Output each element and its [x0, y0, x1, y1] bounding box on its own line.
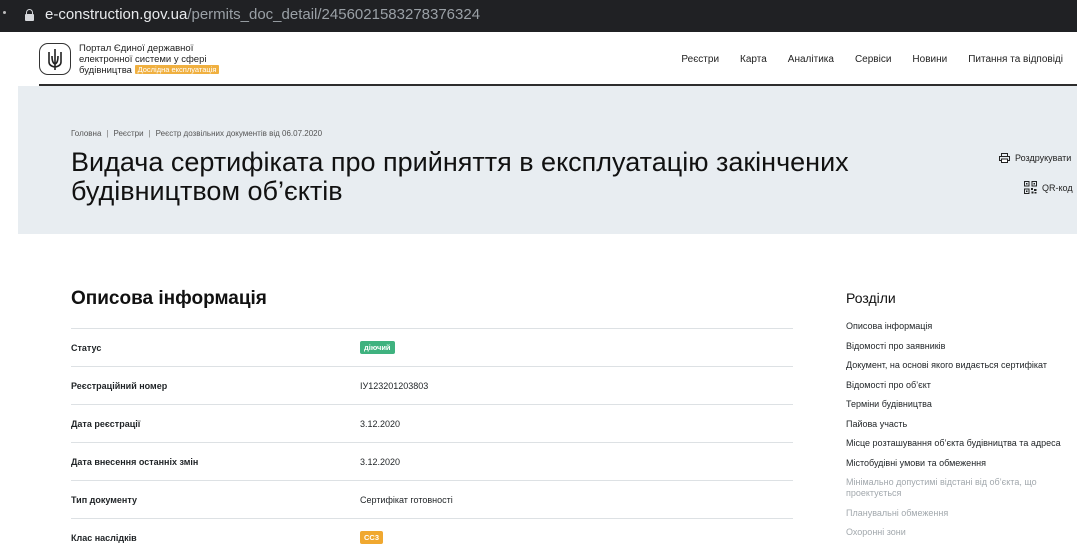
nav-item[interactable]: Питання та відповіді	[968, 54, 1063, 65]
info-row-label: Клас наслідків	[71, 533, 137, 543]
info-row-value: 3.12.2020	[360, 457, 401, 467]
info-row: Клас наслідків СС3	[71, 518, 793, 551]
trident-logo-icon[interactable]	[39, 43, 71, 75]
nav-item[interactable]: Реєстри	[681, 54, 719, 65]
section-link[interactable]: Терміни будівництва	[846, 399, 1077, 410]
printer-icon	[999, 153, 1010, 163]
lock-icon[interactable]	[25, 9, 34, 21]
info-row-label: Реєстраційний номер	[71, 381, 168, 391]
section-link[interactable]: Місце розташування об’єкта будівництва т…	[846, 438, 1077, 449]
qr-code-icon	[1024, 181, 1037, 194]
nav-item[interactable]: Сервіси	[855, 54, 891, 65]
section-link[interactable]: Пайова участь	[846, 419, 1077, 430]
breadcrumb: Головна | Реєстри | Реєстр дозвільних докуме…	[71, 129, 323, 138]
info-row: Тип документу Сертифікат готовності	[71, 480, 793, 518]
page-title: Видача сертифіката про прийняття в експл…	[71, 147, 849, 206]
url-path: /permits_doc_detail/2456021583278376324	[187, 6, 481, 23]
section-link[interactable]: Відомості про заявників	[846, 341, 1077, 352]
info-row-value: ІУ123201203803	[360, 381, 429, 391]
section-link[interactable]: Відомості про об’єкт	[846, 380, 1077, 391]
status-badge: діючий	[360, 341, 395, 354]
info-row: Дата внесення останніх змін 3.12.2020	[71, 442, 793, 480]
section-link[interactable]: Документ, на основі якого видається серт…	[846, 360, 1077, 371]
breadcrumb-home[interactable]: Головна	[71, 129, 101, 138]
url-host: e-construction.gov.ua	[45, 6, 188, 23]
qr-code-button[interactable]: QR-код	[1024, 181, 1073, 194]
portal-name[interactable]: Портал Єдиної державної електронної сист…	[79, 43, 249, 77]
section-title: Описова інформація	[71, 288, 267, 309]
sections-title: Розділи	[846, 290, 896, 306]
menu-dot-icon	[3, 11, 6, 14]
hero-section: Головна | Реєстри | Реєстр дозвільних докуме…	[18, 86, 1077, 234]
browser-address-bar[interactable]: e-construction.gov.ua/permits_doc_detail…	[0, 0, 1077, 32]
info-row-value: 3.12.2020	[360, 419, 401, 429]
nav-item[interactable]: Аналітика	[788, 54, 834, 65]
nav-item[interactable]: Карта	[740, 54, 767, 65]
info-row-label: Дата внесення останніх змін	[71, 457, 199, 467]
info-row: Дата реєстрації 3.12.2020	[71, 404, 793, 442]
url-text[interactable]: e-construction.gov.ua/permits_doc_detail…	[45, 6, 480, 24]
sections-list: Описова інформація Відомості про заявникі…	[846, 321, 1077, 547]
section-link[interactable]: Описова інформація	[846, 321, 1077, 332]
consequence-class-badge: СС3	[360, 531, 384, 544]
section-link[interactable]: Охоронні зони	[846, 527, 1066, 538]
info-row: Статус діючий	[71, 328, 793, 366]
info-row-label: Дата реєстрації	[71, 419, 141, 429]
qr-code-label: QR-код	[1042, 182, 1073, 193]
section-link[interactable]: Планувальні обмеження	[846, 508, 1066, 519]
site-header: Портал Єдиної державної електронної сист…	[18, 32, 1077, 86]
nav-item[interactable]: Новини	[912, 54, 947, 65]
main-nav: Реєстри Карта Аналітика Сервіси Новини Питанн…	[660, 54, 1063, 65]
section-link[interactable]: Містобудівні умови та обмеження	[846, 458, 1077, 469]
breadcrumb-current[interactable]: Реєстр дозвільних документів від 06.07.2…	[156, 129, 322, 138]
info-row-label: Тип документу	[71, 495, 137, 505]
breadcrumb-registries[interactable]: Реєстри	[113, 129, 143, 138]
info-table: Статус діючий Реєстраційний номер ІУ1232012…	[71, 328, 793, 551]
info-row-value: Сертифікат готовності	[360, 495, 453, 505]
print-button[interactable]: Роздрукувати	[999, 153, 1071, 163]
print-label: Роздрукувати	[1015, 153, 1072, 163]
info-row: Реєстраційний номер ІУ123201203803	[71, 366, 793, 404]
section-link[interactable]: Мінімально допустимі відстані від об’єкт…	[846, 477, 1066, 499]
info-row-label: Статус	[71, 343, 102, 353]
page: Портал Єдиної державної електронної сист…	[18, 32, 1077, 551]
beta-badge: Дослідна експлуатація	[134, 65, 220, 74]
